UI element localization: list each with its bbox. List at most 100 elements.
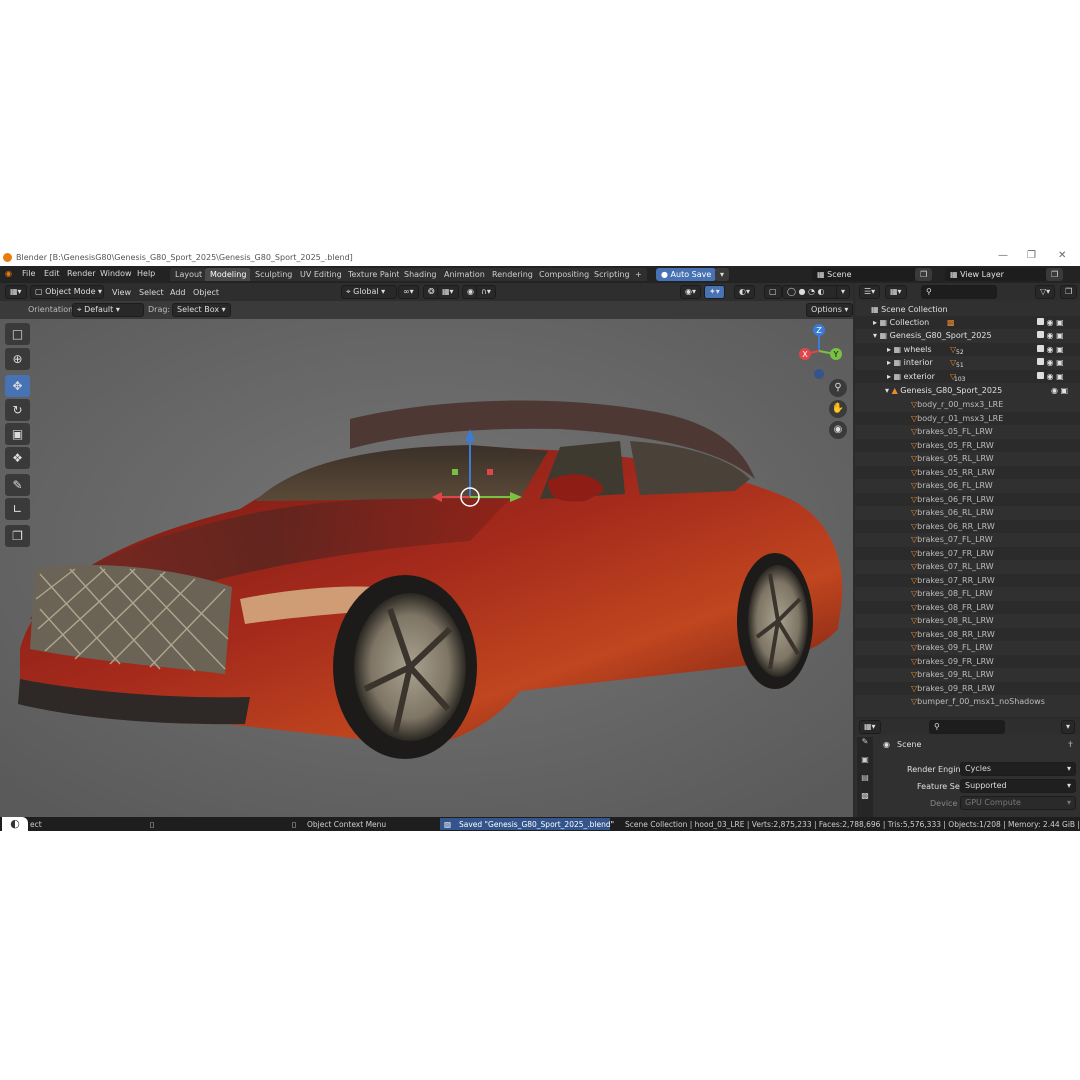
new-scene-icon[interactable]: ❐ xyxy=(915,268,933,281)
outliner-mesh-item[interactable]: ▽ brakes_06_RL_LRW xyxy=(855,506,1080,519)
navigation-gizmo[interactable]: Z Y X xyxy=(795,321,853,381)
tab-uv-editing[interactable]: UV Editing xyxy=(295,268,347,281)
menu-view[interactable]: View xyxy=(112,288,131,297)
tab-sculpting[interactable]: Sculpting xyxy=(250,268,298,281)
outliner-mesh-item[interactable]: ▽ brakes_08_FL_LRW xyxy=(855,587,1080,600)
outliner-mesh-item[interactable]: ▽ brakes_06_FR_LRW xyxy=(855,492,1080,506)
render-engine-select[interactable]: Cycles ▾ xyxy=(960,762,1076,776)
properties-search-input[interactable]: ⚲ xyxy=(929,720,1005,734)
options-dropdown[interactable]: Options ▾ xyxy=(806,303,854,317)
tab-animation[interactable]: Animation xyxy=(439,268,490,281)
outliner-item-exterior[interactable]: ▸ ▦ exterior ▽ 103 ◉ ▣ xyxy=(855,370,1080,383)
minimize-icon[interactable]: — xyxy=(998,250,1008,261)
outliner-mesh-item[interactable]: ▽ brakes_08_RR_LRW xyxy=(855,627,1080,641)
new-collection-icon[interactable]: ❐ xyxy=(1060,285,1078,299)
outliner-search-input[interactable]: ⚲ xyxy=(921,285,997,299)
add-workspace-button[interactable]: + xyxy=(630,268,647,281)
outliner-mesh-item[interactable]: ▽ brakes_09_FR_LRW xyxy=(855,654,1080,668)
snap-target-icon[interactable]: ▦▾ xyxy=(437,285,459,299)
feature-set-select[interactable]: Supported ▾ xyxy=(960,779,1076,793)
drag-selector[interactable]: Select Box ▾ xyxy=(172,303,231,317)
new-view-layer-icon[interactable]: ❐ xyxy=(1046,268,1064,281)
pivot-icon[interactable]: ∞▾ xyxy=(398,285,419,299)
filter-icon[interactable]: ▽▾ xyxy=(1035,285,1056,299)
row-controls[interactable]: ◉ ▣ xyxy=(1037,316,1064,329)
tab-rendering[interactable]: Rendering xyxy=(487,268,538,281)
outliner-mesh-item[interactable]: ▽ brakes_05_FL_LRW xyxy=(855,425,1080,438)
outliner-mesh-item[interactable]: ▽ brakes_07_RR_LRW xyxy=(855,573,1080,587)
menu-render[interactable]: Render xyxy=(67,269,95,278)
device-select[interactable]: GPU Compute ▾ xyxy=(960,796,1076,810)
outliner-mesh-item[interactable]: ▽ brakes_09_RR_LRW xyxy=(855,681,1080,695)
outliner-mesh-item[interactable]: ▽ brakes_05_RR_LRW xyxy=(855,465,1080,479)
tab-shading[interactable]: Shading xyxy=(399,268,442,281)
outliner-mesh-item[interactable]: ▽ brakes_07_FR_LRW xyxy=(855,546,1080,560)
cursor-tool-icon[interactable]: ⊕ xyxy=(5,348,30,370)
xray-icon[interactable]: ▢ xyxy=(764,285,782,299)
view-layer-tab-icon[interactable]: ▩ xyxy=(857,791,873,809)
outliner-mesh-item[interactable]: ▽ brakes_09_RL_LRW xyxy=(855,668,1080,681)
shading-dropdown-icon[interactable]: ▾ xyxy=(836,285,851,299)
editor-type-icon[interactable]: ▦▾ xyxy=(5,285,27,299)
auto-save-toggle[interactable]: ● Auto Save xyxy=(656,268,717,281)
outliner-item-wheels[interactable]: ▸ ▦ wheels ▽ 52 ◉ ▣ xyxy=(855,343,1080,356)
annotate-tool-icon[interactable]: ✎ xyxy=(5,474,30,496)
rotate-tool-icon[interactable]: ↻ xyxy=(5,399,30,421)
tab-compositing[interactable]: Compositing xyxy=(534,268,595,281)
tab-modeling[interactable]: Modeling xyxy=(205,268,252,281)
output-tab-icon[interactable]: ▤ xyxy=(857,773,873,791)
outliner-item-collection[interactable]: ▸ ▦ Collection ▩ ◉ ▣ xyxy=(855,316,1080,329)
outliner-item-genesis-collection[interactable]: ▾ ▦ Genesis_G80_Sport_2025 ◉ ▣ xyxy=(855,329,1080,342)
outliner-mesh-item[interactable]: ▽ bumper_f_00_msx1_noShadows xyxy=(855,695,1080,708)
menu-help[interactable]: Help xyxy=(137,269,155,278)
outliner-mesh-item[interactable]: ▽ brakes_05_FR_LRW xyxy=(855,438,1080,452)
display-mode-icon[interactable]: ▦▾ xyxy=(885,285,907,299)
select-box-tool-icon[interactable]: □ xyxy=(5,323,30,345)
scene-selector[interactable]: ▦ Scene xyxy=(812,268,917,281)
transform-orientation-selector[interactable]: ⌖ Global ▾ xyxy=(341,285,397,299)
properties-editor-icon[interactable]: ▦▾ xyxy=(859,720,881,734)
zoom-icon[interactable]: ⚲ xyxy=(829,379,847,397)
view-layer-selector[interactable]: ▦ View Layer xyxy=(945,268,1047,281)
row-controls[interactable]: ◉ ▣ xyxy=(1037,356,1064,369)
menu-file[interactable]: File xyxy=(22,269,35,278)
3d-viewport[interactable]: □ ⊕ ✥ ↻ ▣ ❖ ✎ ∟ ❐ Z Y X ⚲ ✋ ◉ xyxy=(0,319,853,817)
gizmo-toggle-icon[interactable]: ✦▾ xyxy=(704,285,725,299)
outliner-item-interior[interactable]: ▸ ▦ interior ▽ 51 ◉ ▣ xyxy=(855,356,1080,369)
overlay-icon[interactable]: ◐▾ xyxy=(734,285,755,299)
tab-layout[interactable]: Layout xyxy=(170,268,208,281)
pan-hand-icon[interactable]: ✋ xyxy=(829,400,847,418)
falloff-icon[interactable]: ∩▾ xyxy=(476,285,496,299)
camera-view-icon[interactable]: ◉ xyxy=(829,421,847,439)
mode-selector[interactable]: ▢ Object Mode ▾ xyxy=(30,285,104,299)
outliner-mesh-item[interactable]: ▽ brakes_08_FR_LRW xyxy=(855,600,1080,614)
close-icon[interactable]: ✕ xyxy=(1058,250,1066,261)
render-tab-icon[interactable]: ▣ xyxy=(857,755,873,773)
visibility-icon[interactable]: ◉▾ xyxy=(680,285,701,299)
add-cube-tool-icon[interactable]: ❐ xyxy=(5,525,30,547)
outliner-mesh-item[interactable]: ▽ brakes_05_RL_LRW xyxy=(855,452,1080,465)
outliner-mesh-item[interactable]: ▽ brakes_06_FL_LRW xyxy=(855,479,1080,492)
pin-icon[interactable]: ✝ xyxy=(1067,740,1074,749)
tab-scripting[interactable]: Scripting xyxy=(589,268,635,281)
outliner-mesh-item[interactable]: ▽ brakes_06_RR_LRW xyxy=(855,519,1080,533)
menu-select[interactable]: Select xyxy=(139,288,164,297)
properties-options-icon[interactable]: ▾ xyxy=(1061,720,1076,734)
menu-object[interactable]: Object xyxy=(193,288,219,297)
outliner-mesh-item[interactable]: ▽ body_r_01_msx3_LRE xyxy=(855,411,1080,425)
tab-texture-paint[interactable]: Texture Paint xyxy=(343,268,405,281)
orientation-selector[interactable]: ⌖ Default ▾ xyxy=(72,303,144,317)
outliner-editor-icon[interactable]: ☰▾ xyxy=(859,285,881,299)
outliner-item-genesis-object[interactable]: ▾ ▲ Genesis_G80_Sport_2025 ◉ ▣ xyxy=(855,384,1080,397)
scale-tool-icon[interactable]: ▣ xyxy=(5,423,30,445)
tool-tab-icon[interactable]: ✎ xyxy=(857,737,873,755)
row-controls[interactable]: ◉ ▣ xyxy=(1037,329,1064,342)
menu-window[interactable]: Window xyxy=(100,269,132,278)
maximize-icon[interactable]: ❐ xyxy=(1027,250,1036,261)
outliner-mesh-item[interactable]: ▽ brakes_09_FL_LRW xyxy=(855,641,1080,654)
outliner-root[interactable]: ▦ Scene Collection xyxy=(855,303,1080,316)
auto-save-dropdown[interactable]: ▾ xyxy=(715,268,730,281)
outliner-mesh-item[interactable]: ▽ body_r_00_msx3_LRE xyxy=(855,398,1080,411)
row-controls[interactable]: ◉ ▣ xyxy=(1037,370,1064,383)
blender-menu-icon[interactable]: ◉ xyxy=(5,269,12,278)
